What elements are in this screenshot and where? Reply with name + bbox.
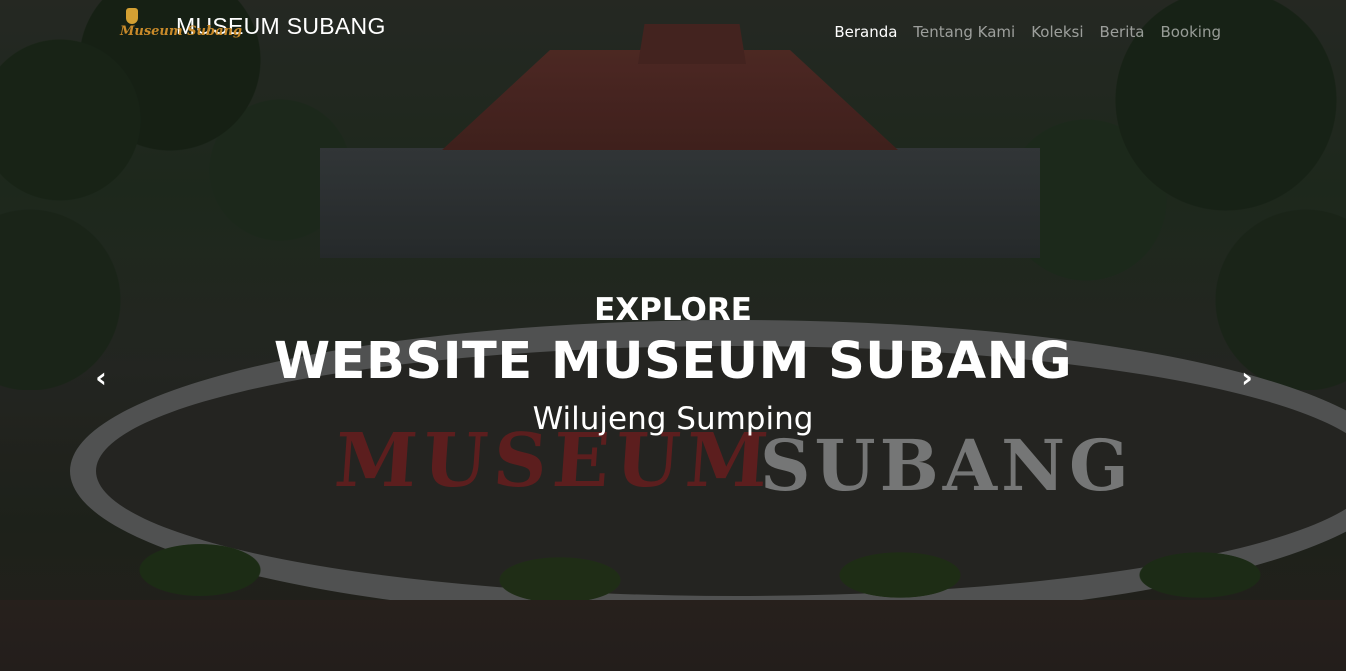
nav-item-beranda: Beranda bbox=[834, 22, 897, 41]
chevron-left-icon: ‹ bbox=[95, 360, 107, 394]
logo-emblem-icon bbox=[126, 8, 138, 24]
hero-caption: EXPLORE WEBSITE MUSEUM SUBANG Wilujeng S… bbox=[0, 290, 1346, 444]
nav-link-booking[interactable]: Booking bbox=[1160, 23, 1221, 41]
nav-link-tentang-kami[interactable]: Tentang Kami bbox=[913, 23, 1015, 41]
chevron-right-icon: › bbox=[1241, 360, 1253, 394]
navbar: Museum Subang MUSEUM SUBANG Beranda Tent… bbox=[0, 0, 1346, 64]
main-nav: Beranda Tentang Kami Koleksi Berita Book… bbox=[834, 22, 1221, 41]
hero-carousel: MUSEUM SUBANG Museum Subang MUSEUM SUBAN… bbox=[0, 0, 1346, 671]
hero-title: WEBSITE MUSEUM SUBANG bbox=[273, 332, 1073, 391]
nav-item-booking: Booking bbox=[1160, 22, 1221, 41]
nav-item-berita: Berita bbox=[1100, 22, 1145, 41]
logo-wordmark: Museum Subang bbox=[120, 24, 243, 39]
nav-link-berita[interactable]: Berita bbox=[1100, 23, 1145, 41]
hero-subtitle: Wilujeng Sumping bbox=[532, 401, 814, 437]
nav-item-koleksi: Koleksi bbox=[1031, 22, 1083, 41]
nav-link-koleksi[interactable]: Koleksi bbox=[1031, 23, 1083, 41]
nav-item-tentang-kami: Tentang Kami bbox=[913, 22, 1015, 41]
hero-kicker: EXPLORE bbox=[594, 292, 752, 328]
carousel-prev-button[interactable]: ‹ bbox=[86, 360, 116, 394]
carousel-next-button[interactable]: › bbox=[1232, 360, 1262, 394]
nav-link-beranda[interactable]: Beranda bbox=[834, 23, 897, 41]
brand-link[interactable]: Museum Subang MUSEUM SUBANG bbox=[120, 8, 386, 44]
museum-logo: Museum Subang bbox=[120, 8, 242, 44]
